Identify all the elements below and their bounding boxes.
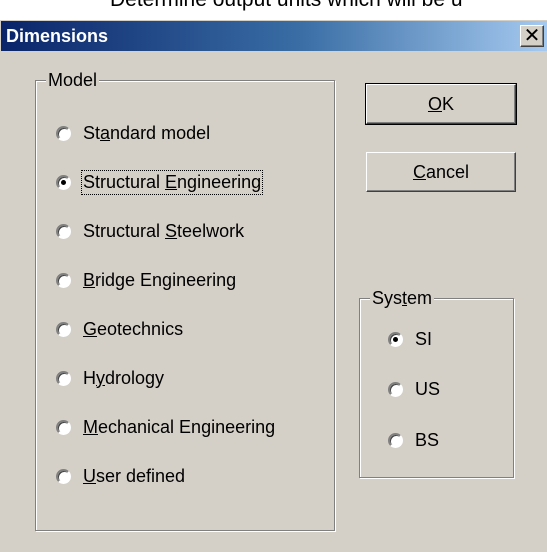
window-title: Dimensions bbox=[6, 26, 109, 46]
radio-system-us[interactable]: US bbox=[388, 374, 440, 404]
option-label: Structural Engineering bbox=[80, 169, 264, 195]
close-icon: ✕ bbox=[523, 25, 541, 47]
radio-button-icon bbox=[56, 468, 71, 484]
radio-button-icon bbox=[388, 432, 403, 448]
radio-button-icon bbox=[56, 321, 71, 337]
radio-user-defined[interactable]: User defined bbox=[56, 461, 185, 491]
radio-button-icon bbox=[56, 272, 71, 288]
close-button[interactable]: ✕ bbox=[520, 25, 544, 47]
radio-button-icon bbox=[388, 381, 403, 397]
model-group-label: Model bbox=[46, 69, 100, 91]
radio-button-icon bbox=[56, 370, 71, 386]
system-group-label: System bbox=[370, 287, 435, 309]
radio-standard-model[interactable]: Standard model bbox=[56, 118, 210, 148]
option-label: Bridge Engineering bbox=[83, 269, 237, 290]
radio-button-icon bbox=[56, 223, 71, 239]
radio-bridge-engineering[interactable]: Bridge Engineering bbox=[56, 265, 236, 295]
ok-button[interactable]: OK bbox=[365, 83, 517, 125]
option-label: US bbox=[415, 378, 441, 399]
radio-button-icon bbox=[56, 125, 71, 141]
radio-button-checked-icon bbox=[56, 174, 71, 190]
radio-hydrology[interactable]: Hydrology bbox=[56, 363, 164, 393]
option-label: Geotechnics bbox=[83, 318, 184, 339]
option-label: BS bbox=[415, 429, 440, 450]
option-label: Structural Steelwork bbox=[83, 220, 245, 241]
option-label: Hydrology bbox=[83, 367, 165, 388]
radio-button-checked-icon bbox=[388, 331, 403, 347]
radio-system-si[interactable]: SI bbox=[388, 324, 432, 354]
cancel-button-label: Cancel bbox=[412, 161, 470, 182]
option-label: Mechanical Engineering bbox=[83, 416, 276, 437]
option-label: User defined bbox=[83, 465, 186, 486]
option-label: Standard model bbox=[83, 122, 211, 143]
radio-mechanical-engineering[interactable]: Mechanical Engineering bbox=[56, 412, 275, 442]
dimensions-dialog: Dimensions ✕ Model Standard model Struct… bbox=[0, 20, 547, 552]
background-caption: Determine output units which will be u bbox=[110, 0, 547, 12]
option-label: SI bbox=[415, 328, 433, 349]
radio-structural-steelwork[interactable]: Structural Steelwork bbox=[56, 216, 244, 246]
title-bar[interactable]: Dimensions ✕ bbox=[1, 21, 547, 51]
ok-button-label: OK bbox=[427, 93, 455, 114]
radio-geotechnics[interactable]: Geotechnics bbox=[56, 314, 183, 344]
radio-structural-engineering[interactable]: Structural Engineering bbox=[56, 167, 264, 197]
system-groupbox: System SI US BS bbox=[359, 287, 514, 478]
radio-system-bs[interactable]: BS bbox=[388, 425, 439, 455]
radio-button-icon bbox=[56, 419, 71, 435]
cancel-button[interactable]: Cancel bbox=[366, 152, 516, 192]
model-groupbox: Model Standard model Structural Engineer… bbox=[35, 69, 335, 531]
